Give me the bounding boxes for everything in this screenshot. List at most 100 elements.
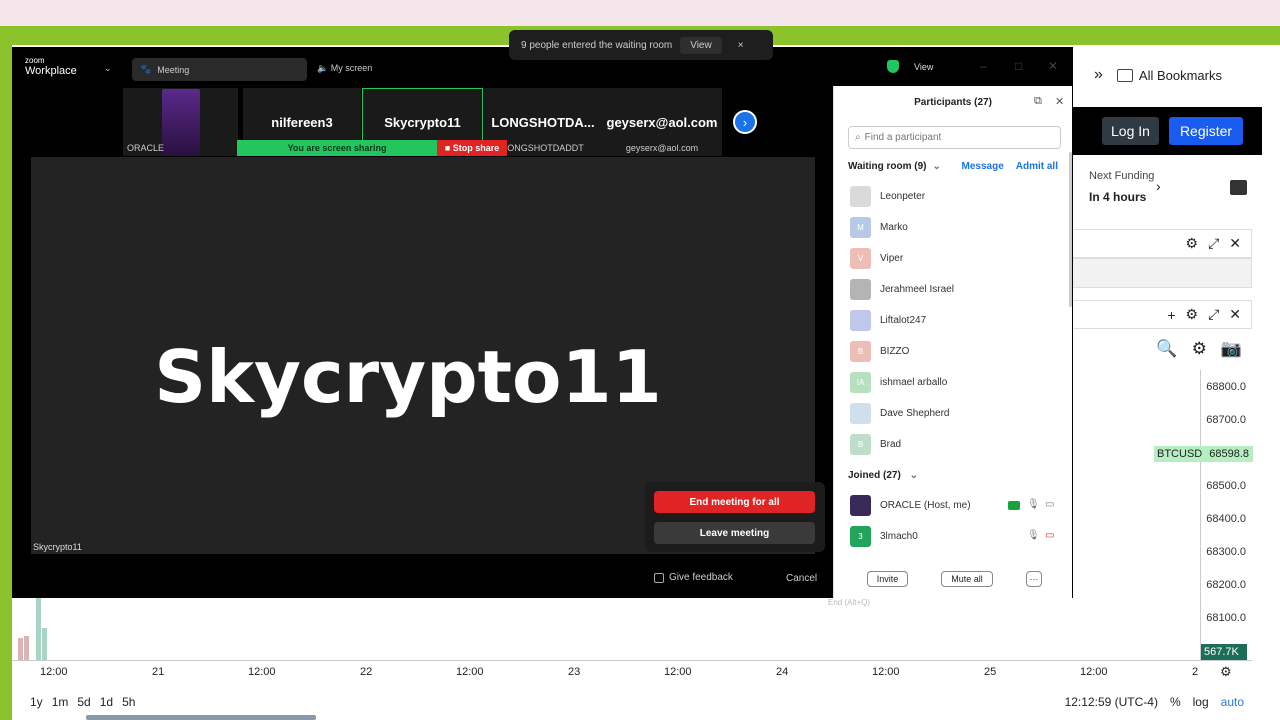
participant-row[interactable]: V Viper [850,248,903,269]
participant-row[interactable]: Jerahmeel Israel [850,279,954,300]
folder-icon [1116,68,1133,82]
settings-icon[interactable]: ⚙ [1192,339,1207,359]
mic-icon[interactable]: 🎙 [1027,530,1040,541]
close-icon[interactable]: ✕ [1229,235,1241,252]
waiting-room-header[interactable]: Waiting room (9) [848,161,927,172]
participant-row[interactable]: 3 3lmach0 [850,526,918,547]
percent-toggle[interactable]: % [1170,695,1181,709]
auto-toggle[interactable]: auto [1221,695,1244,709]
joined-header[interactable]: Joined (27) [848,470,901,481]
screen-share-icon [1008,501,1020,510]
range-1y[interactable]: 1y [30,695,43,709]
zoom-search-icon[interactable]: 🔍 [1156,339,1177,359]
minimize-icon[interactable]: – [980,59,987,73]
avatar: IA [850,372,871,393]
camera-off-icon[interactable]: ▭ [1045,530,1054,541]
range-1m[interactable]: 1m [52,695,69,709]
participant-row[interactable]: Liftalot247 [850,310,926,331]
next-page-button[interactable]: › [733,110,757,134]
participant-name: 3lmach0 [880,531,918,542]
panel-close-icon[interactable]: ✕ [1055,95,1064,108]
my-screen-tab[interactable]: 🔈 My screen [317,63,372,74]
gear-icon[interactable]: ⚙ [1186,306,1199,323]
cancel-button[interactable]: Cancel [786,573,817,584]
stop-share-button[interactable]: ■ Stop share [437,140,507,156]
video-label: Skycrypto11 [33,542,82,552]
layout-icon[interactable] [1230,180,1247,195]
x-tick: 24 [776,666,789,678]
x-tick: 22 [360,666,373,678]
chevron-down-icon[interactable]: ⌄ [910,470,918,481]
chevron-down-icon[interactable]: ⌄ [933,161,941,172]
participant-name: Viper [880,253,904,264]
expand-icon[interactable]: ⤢ [1208,306,1219,323]
time-axis: 12:00 21 12:00 22 12:00 23 12:00 24 12:0… [12,660,1252,682]
bookmarks-overflow[interactable]: » [1094,66,1103,84]
panel-header-1: ⚙ ⤢ ✕ [1072,229,1252,258]
invite-button[interactable]: Invite [867,571,908,587]
mute-all-button[interactable]: Mute all [941,571,993,587]
register-button[interactable]: Register [1168,117,1244,145]
participant-row[interactable]: IA ishmael arballo [850,372,947,393]
expand-icon[interactable]: ⤢ [1208,235,1219,252]
participant-name: Dave Shepherd [880,408,950,419]
y-tick: 68200.0 [1206,579,1246,591]
admit-all-button[interactable]: Admit all [1016,161,1058,172]
participant-row[interactable]: ORACLE (Host, me) [850,495,971,516]
mic-icon[interactable]: 🎙 [1027,499,1040,510]
avatar: V [850,248,871,269]
camera-icon[interactable]: 📷 [1221,339,1242,359]
log-toggle[interactable]: log [1193,695,1209,709]
range-5d[interactable]: 5d [77,695,90,709]
participant-row[interactable]: Leonpeter [850,186,925,207]
next-funding-value: In 4 hours [1089,190,1147,204]
close-icon[interactable]: ✕ [1229,306,1241,323]
all-bookmarks[interactable]: All Bookmarks [1139,68,1222,83]
participants-scrollbar[interactable] [1069,152,1072,307]
video-tile[interactable]: geyserx@aol.com geyserx@aol.com [602,88,722,156]
message-button[interactable]: Message [962,161,1004,172]
toast-close-icon[interactable]: × [738,40,744,51]
toast-view-button[interactable]: View [680,36,722,54]
end-meeting-for-all-button[interactable]: End meeting for all [654,491,815,513]
leave-meeting-button[interactable]: Leave meeting [654,522,815,544]
horizontal-scrollbar[interactable] [86,715,316,720]
participant-row[interactable]: B Brad [850,434,901,455]
participant-name: BIZZO [880,346,910,357]
volume-bars [16,598,56,660]
range-1d[interactable]: 1d [100,695,113,709]
x-tick: 12:00 [248,666,276,678]
view-button[interactable]: View [914,62,933,72]
search-icon: ⌕ [855,132,861,143]
next-funding-label: Next Funding [1089,170,1155,182]
zoom-logo: zoom Workplace [25,56,77,77]
gear-icon[interactable]: ⚙ [1186,235,1199,252]
maximize-icon[interactable]: □ [1015,59,1022,73]
chevron-down-icon[interactable]: ⌄ [104,63,112,74]
range-5h[interactable]: 5h [122,695,135,709]
video-name: Skycrypto11 [154,335,662,419]
participant-name: Brad [880,439,902,450]
camera-icon[interactable]: ▭ [1045,499,1054,510]
window-close-icon[interactable]: ✕ [1048,59,1058,73]
plus-icon[interactable]: + [1167,307,1175,323]
x-tick: 25 [984,666,997,678]
axis-settings-icon[interactable]: ⚙ [1220,664,1232,680]
x-tick: 23 [568,666,581,678]
participant-row[interactable]: M Marko [850,217,908,238]
bookmarks-bar: » All Bookmarks [1072,45,1280,105]
video-tile-oracle[interactable]: ORACLE [123,88,238,156]
funding-info: Next Funding In 4 hours › [1072,160,1262,215]
x-tick: 12:00 [872,666,900,678]
participant-row[interactable]: Dave Shepherd [850,403,950,424]
more-button[interactable]: ··· [1026,571,1042,587]
participant-search[interactable]: ⌕ Find a participant [848,126,1061,149]
chevron-right-icon[interactable]: › [1156,178,1161,194]
participant-row[interactable]: B BIZZO [850,341,909,362]
popout-icon[interactable]: ⧉ [1034,95,1042,108]
chart-toolbar: 🔍 ⚙ 📷 [1072,330,1252,368]
login-button[interactable]: Log In [1102,117,1159,145]
shield-check-icon [887,60,899,73]
give-feedback-checkbox[interactable]: Give feedback [654,572,733,583]
meeting-tab[interactable]: 🐾 Meeting [132,58,307,81]
